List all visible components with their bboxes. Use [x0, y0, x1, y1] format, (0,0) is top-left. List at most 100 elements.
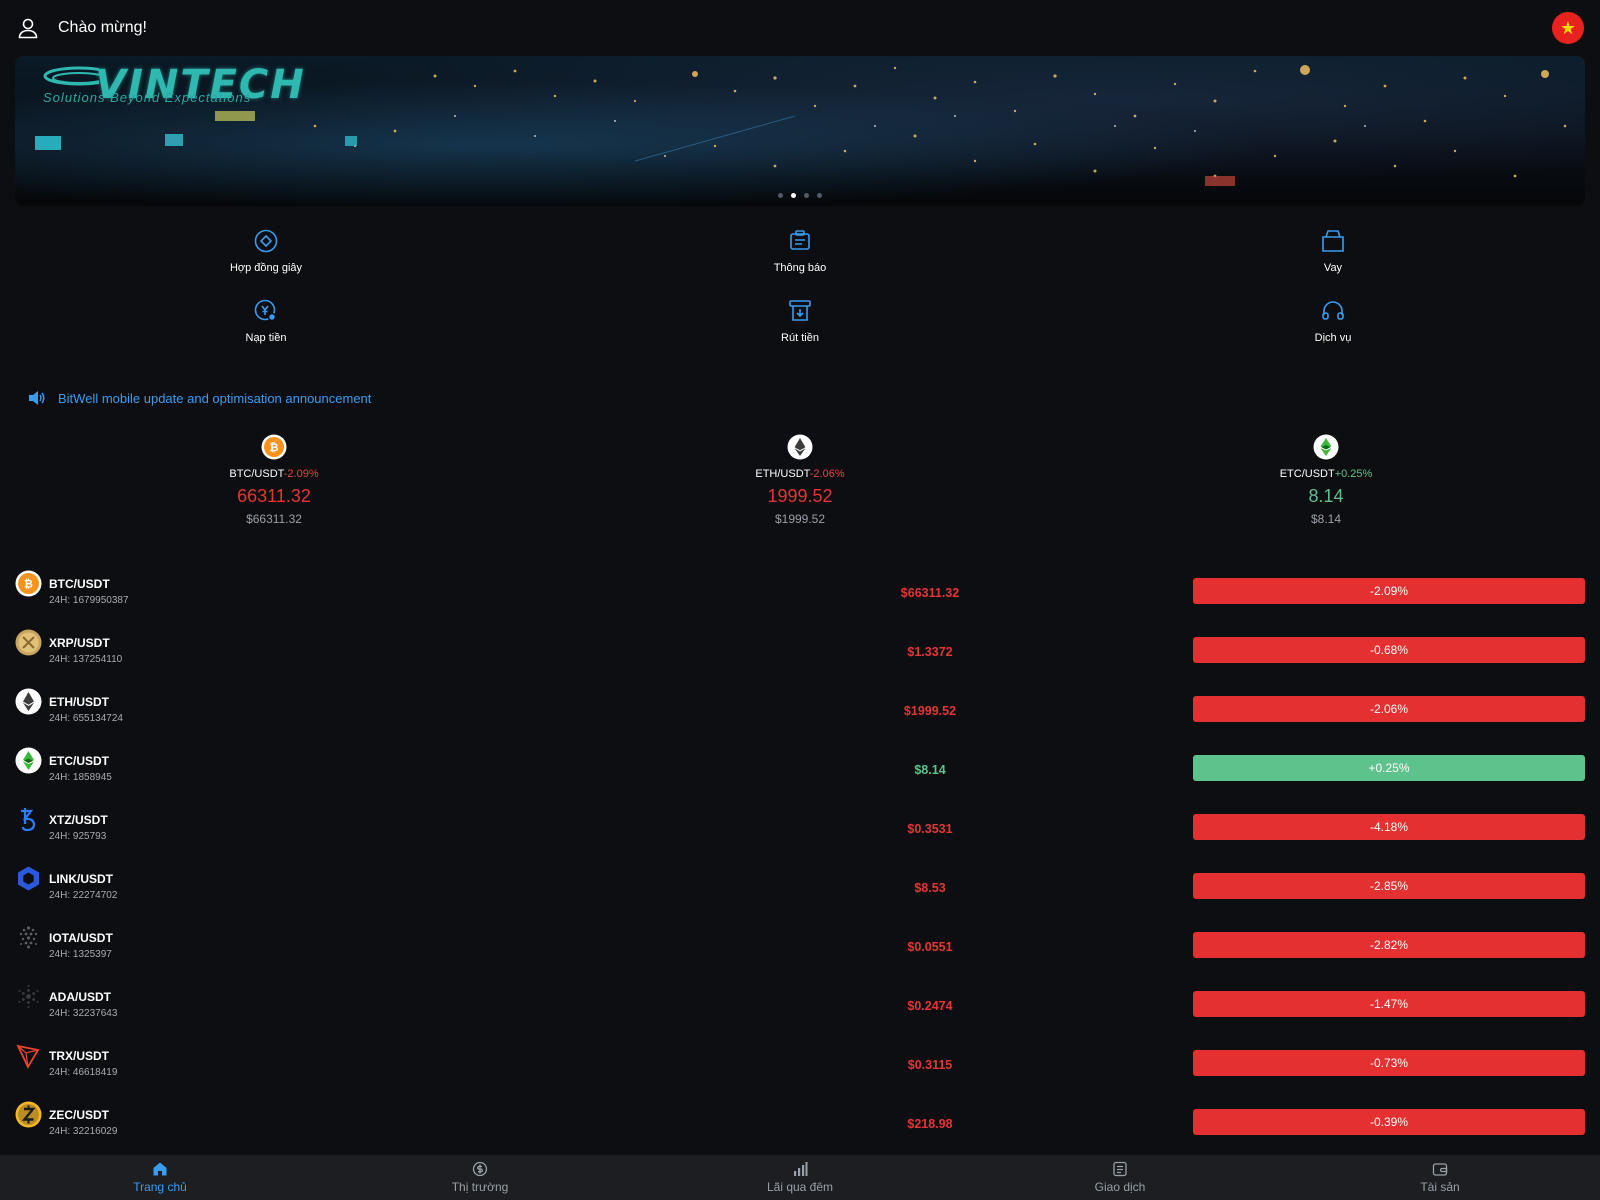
ticker-btc[interactable]: ₿ BTC/USDT-2.09% 66311.32 $66311.32	[174, 434, 374, 526]
nav-label: Giao dịch	[1094, 1180, 1146, 1194]
row-change-badge[interactable]: -0.73%	[1193, 1050, 1585, 1076]
row-volume: 24H: 32216029	[49, 1126, 118, 1137]
row-symbol: IOTA/USDT	[49, 931, 113, 945]
market-row-btc[interactable]: ₿ BTC/USDT 24H: 1679950387 $66311.32 -2.…	[0, 562, 1600, 620]
nav-label: Lãi qua đêm	[766, 1180, 834, 1194]
eth-icon	[15, 688, 42, 715]
market-row-xrp[interactable]: XRP/USDT 24H: 137254110 $1.3372 -0.68%	[0, 621, 1600, 679]
carousel-dot[interactable]	[778, 193, 783, 198]
market-row-ada[interactable]: ADA/USDT 24H: 32237643 $0.2474 -1.47%	[0, 975, 1600, 1033]
carousel-dots	[778, 193, 822, 198]
row-volume: 24H: 1679950387	[49, 595, 129, 606]
home-icon	[153, 1162, 167, 1176]
row-change-badge[interactable]: -0.39%	[1193, 1109, 1585, 1135]
withdraw-icon	[789, 300, 811, 321]
row-price: $0.3115	[907, 1058, 953, 1072]
row-change-badge[interactable]: -4.18%	[1193, 814, 1585, 840]
market-row-eth[interactable]: ETH/USDT 24H: 655134724 $1999.52 -2.06%	[0, 680, 1600, 738]
menu-item-withdraw[interactable]: Rút tiền	[700, 298, 900, 358]
row-price: $218.98	[907, 1117, 953, 1131]
row-volume: 24H: 655134724	[49, 713, 123, 724]
ticker-symbol: ETC/USDT	[1279, 468, 1335, 480]
row-change-badge[interactable]: -2.06%	[1193, 696, 1585, 722]
market-row-etc[interactable]: ETC/USDT 24H: 1858945 $8.14 +0.25%	[0, 739, 1600, 797]
zec-icon	[15, 1101, 42, 1128]
ticker-change: -2.09%	[283, 468, 319, 480]
market-row-link[interactable]: LINK/USDT 24H: 22274702 $8.53 -2.85%	[0, 857, 1600, 915]
speaker-icon	[29, 391, 45, 405]
svg-text:₿: ₿	[270, 441, 279, 454]
ticker-usd-price: $8.14	[1310, 512, 1342, 526]
row-change-badge[interactable]: +0.25%	[1193, 755, 1585, 781]
menu-item-notice[interactable]: Thông báo	[700, 228, 900, 288]
notice-icon	[790, 230, 810, 250]
link-icon	[18, 866, 39, 891]
row-volume: 24H: 32237643	[49, 1008, 118, 1019]
ticker-price: 1999.52	[767, 486, 833, 506]
carousel-dot[interactable]	[804, 193, 809, 198]
market-row-iota[interactable]: IOTA/USDT 24H: 1325397 $0.0551 -2.82%	[0, 916, 1600, 974]
market-row-zec[interactable]: ZEC/USDT 24H: 32216029 $218.98 -0.39%	[0, 1093, 1600, 1151]
contract-icon	[254, 229, 278, 253]
menu-item-contract[interactable]: Hợp đồng giây	[166, 228, 366, 288]
row-symbol: TRX/USDT	[49, 1049, 109, 1063]
trade-icon	[1113, 1161, 1127, 1177]
user-icon[interactable]	[16, 16, 40, 40]
row-symbol: ZEC/USDT	[49, 1108, 109, 1122]
nav-overnight[interactable]: Lãi qua đêm	[640, 1155, 960, 1200]
menu-item-label: Dịch vụ	[1314, 332, 1352, 344]
svg-text:₿: ₿	[24, 578, 33, 591]
menu-item-label: Thông báo	[773, 262, 827, 274]
ticker-price: 8.14	[1308, 486, 1344, 506]
row-price: $1.3372	[907, 645, 953, 659]
banner-tagline: Solutions Beyond Expectations	[43, 90, 252, 105]
ticker-change: +0.25%	[1334, 468, 1373, 480]
ticker-eth[interactable]: ETH/USDT-2.06% 1999.52 $1999.52	[700, 434, 900, 526]
carousel-dot[interactable]	[817, 193, 822, 198]
row-price: $0.3531	[907, 822, 953, 836]
xrp-icon	[15, 629, 42, 656]
menu-item-loan[interactable]: Vay	[1233, 228, 1433, 288]
ticker-usd-price: $66311.32	[246, 512, 302, 526]
banner-carousel[interactable]: VINTECH Solutions Beyond Expectations	[15, 56, 1585, 206]
nav-assets[interactable]: Tài sản	[1280, 1155, 1600, 1200]
etc-icon	[15, 747, 42, 774]
ticker-pair: BTC/USDT-2.09%	[174, 468, 374, 480]
row-price: $8.14	[914, 763, 946, 777]
row-volume: 24H: 1325397	[49, 949, 112, 960]
row-change-badge[interactable]: -1.47%	[1193, 991, 1585, 1017]
market-row-xtz[interactable]: XTZ/USDT 24H: 925793 $0.3531 -4.18%	[0, 798, 1600, 856]
ticker-etc[interactable]: ETC/USDT+0.25% 8.14 $8.14	[1226, 434, 1426, 526]
row-price: $0.2474	[907, 999, 953, 1013]
row-change-badge[interactable]: -2.09%	[1193, 578, 1585, 604]
row-volume: 24H: 1858945	[49, 772, 112, 783]
nav-market[interactable]: Thị trường	[320, 1155, 640, 1200]
row-change-badge[interactable]: -0.68%	[1193, 637, 1585, 663]
ticker-usd-price: $1999.52	[774, 512, 826, 526]
btc-icon: ₿	[15, 570, 42, 597]
row-volume: 24H: 137254110	[49, 654, 123, 665]
menu-item-label: Vay	[1323, 262, 1343, 274]
market-row-trx[interactable]: TRX/USDT 24H: 46618419 $0.3115 -0.73%	[0, 1034, 1600, 1092]
carousel-dot-active[interactable]	[791, 193, 796, 198]
row-symbol: ADA/USDT	[49, 990, 111, 1004]
ticker-symbol: BTC/USDT	[229, 468, 284, 480]
ticker-pair: ETH/USDT-2.06%	[700, 468, 900, 480]
welcome-text: Chào mừng!	[58, 19, 147, 36]
row-change-badge[interactable]: -2.85%	[1193, 873, 1585, 899]
menu-item-label: Rút tiền	[781, 332, 819, 344]
nav-label: Thị trường	[451, 1180, 509, 1194]
row-change-badge[interactable]: -2.82%	[1193, 932, 1585, 958]
vietnam-flag-icon[interactable]: ★	[1552, 12, 1584, 44]
menu-item-deposit[interactable]: Nạp tiền	[166, 298, 366, 358]
service-icon	[1322, 301, 1344, 320]
nav-label: Trang chủ	[133, 1180, 187, 1194]
row-volume: 24H: 22274702	[49, 890, 118, 901]
trx-icon	[16, 1044, 40, 1069]
menu-item-service[interactable]: Dịch vụ	[1233, 298, 1433, 358]
ada-icon	[18, 985, 39, 1008]
row-price: $1999.52	[903, 704, 957, 718]
nav-home[interactable]: Trang chủ	[0, 1155, 320, 1200]
announcement-bar[interactable]: BitWell mobile update and optimisation a…	[28, 390, 371, 406]
nav-trade[interactable]: Giao dịch	[960, 1155, 1280, 1200]
